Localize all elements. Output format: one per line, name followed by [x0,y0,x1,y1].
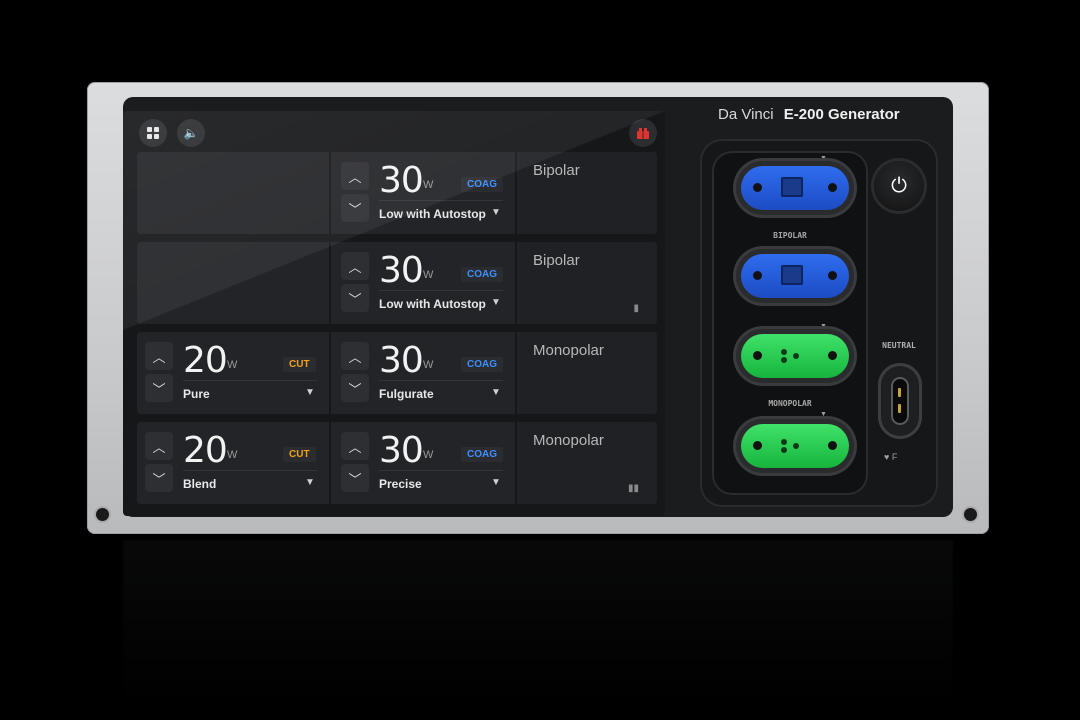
coag-channel-cell: ︿ ﹀ 30 W COAG Precise ▼ [333,422,517,504]
neutral-port[interactable] [878,363,922,439]
power-icon: ⏻ [891,174,907,197]
brand-label: Da Vinci E-200 Generator [718,106,900,123]
power-unit: W [423,359,434,371]
coag-badge: COAG [461,357,503,372]
mode-select[interactable]: Low with Autostop [379,207,486,221]
power-value: 30 [379,250,424,291]
instrument-type-cell: Bipolar [519,152,657,234]
decrease-button[interactable]: ﹀ [341,194,369,222]
power-unit: W [423,179,434,191]
increase-button[interactable]: ︿ [145,342,173,370]
neutral-symbols: ♥ F [884,452,898,462]
increase-button[interactable]: ︿ [341,162,369,190]
coag-badge: COAG [461,267,503,282]
screen-topbar: 🔈 [123,111,665,151]
alert-indicator-icon [637,127,649,139]
mode-select[interactable]: Pure [183,387,210,401]
output-row: ︿ ﹀ 30 W COAG Low with Autostop ▼ Bipola… [137,242,657,324]
brand-prefix: Da Vinci [718,106,774,123]
floor-reflection [87,540,989,720]
alert-button[interactable] [629,119,657,147]
grid-icon [147,127,159,139]
mounting-hole [96,508,109,521]
bipolar-port[interactable] [736,161,854,215]
cut-channel-cell: ︿ ﹀ 20 W CUT Pure ▼ [137,332,331,414]
instrument-type-cell: Monopolar ▮▮ [519,422,657,504]
mode-select[interactable]: Blend [183,477,216,491]
power-value: 30 [379,430,424,471]
coag-channel-cell: ︿ ﹀ 30 W COAG Fulgurate ▼ [333,332,517,414]
coag-channel-cell: ︿ ﹀ 30 W COAG Low with Autostop ▼ [333,242,517,324]
menu-button[interactable] [139,119,167,147]
decrease-button[interactable]: ﹀ [341,464,369,492]
chevron-down-icon[interactable]: ▼ [305,387,315,398]
brand-model: E-200 Generator [783,106,900,123]
cut-badge: CUT [283,357,316,372]
decrease-button[interactable]: ﹀ [145,374,173,402]
chevron-down-icon[interactable]: ▼ [491,207,501,218]
mode-select[interactable]: Low with Autostop [379,297,486,311]
power-value: 30 [379,160,424,201]
cut-channel-cell: ︿ ﹀ 20 W CUT Blend ▼ [137,422,331,504]
triangle-marker-icon: ▼ [820,411,827,418]
instrument-type-label: Monopolar [533,342,604,359]
increase-button[interactable]: ︿ [341,432,369,460]
touch-screen: 🔈 ︿ ﹀ 30 W COAG Low with Autostop ▼ Bipo… [123,111,665,516]
device-icon: ▮ [633,303,639,314]
monopolar-port[interactable] [736,419,854,473]
coag-channel-cell: ︿ ﹀ 30 W COAG Low with Autostop ▼ [333,152,517,234]
power-value: 30 [379,340,424,381]
increase-button[interactable]: ︿ [145,432,173,460]
mode-select[interactable]: Precise [379,477,422,491]
output-row: ︿ ﹀ 20 W CUT Blend ▼ ︿ ﹀ 30 W COAG Preci… [137,422,657,504]
power-button[interactable]: ⏻ [874,161,924,211]
power-value: 20 [183,430,228,471]
instrument-type-label: Bipolar [533,252,580,269]
cut-badge: CUT [283,447,316,462]
chevron-down-icon[interactable]: ▼ [491,297,501,308]
output-row: ︿ ﹀ 30 W COAG Low with Autostop ▼ Bipola… [137,152,657,234]
speaker-icon: 🔈 [183,126,199,140]
chevron-down-icon[interactable]: ▼ [305,477,315,488]
bipolar-port[interactable] [736,249,854,303]
coag-badge: COAG [461,447,503,462]
empty-channel-cell [137,152,331,234]
output-row: ︿ ﹀ 20 W CUT Pure ▼ ︿ ﹀ 30 W COAG Fulgur… [137,332,657,414]
monopolar-port[interactable] [736,329,854,383]
power-unit: W [227,449,238,461]
power-value: 20 [183,340,228,381]
volume-button[interactable]: 🔈 [177,119,205,147]
power-unit: W [227,359,238,371]
decrease-button[interactable]: ﹀ [145,464,173,492]
increase-button[interactable]: ︿ [341,252,369,280]
empty-channel-cell [137,242,331,324]
mounting-hole [964,508,977,521]
power-unit: W [423,269,434,281]
instrument-type-label: Monopolar [533,432,604,449]
chevron-down-icon[interactable]: ▼ [491,387,501,398]
chevron-down-icon[interactable]: ▼ [491,477,501,488]
decrease-button[interactable]: ﹀ [341,374,369,402]
neutral-port-label: NEUTRAL [882,341,916,350]
increase-button[interactable]: ︿ [341,342,369,370]
instrument-type-cell: Bipolar ▮ [519,242,657,324]
bipolar-port-label: BIPOLAR [773,231,807,240]
power-unit: W [423,449,434,461]
coag-badge: COAG [461,177,503,192]
port-frame: ▼ BIPOLAR ▼ MONOPOLAR ▼ [712,151,868,495]
split-device-icon: ▮▮ [627,483,639,494]
instrument-type-label: Bipolar [533,162,580,179]
instrument-type-cell: Monopolar [519,332,657,414]
decrease-button[interactable]: ﹀ [341,284,369,312]
connector-panel: ▼ BIPOLAR ▼ MONOPOLAR ▼ ⏻ NEUTRAL ♥ F [700,139,938,507]
monopolar-port-label: MONOPOLAR [768,399,812,408]
mode-select[interactable]: Fulgurate [379,387,434,401]
